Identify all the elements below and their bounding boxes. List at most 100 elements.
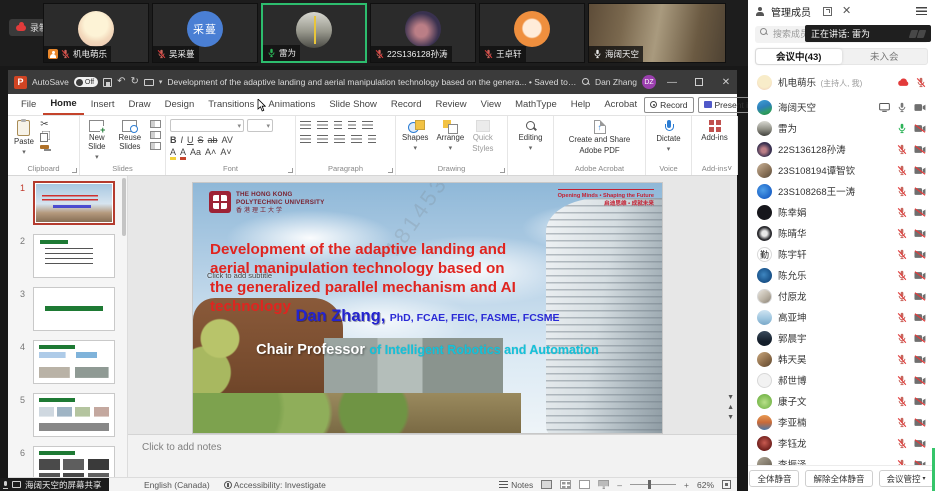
editing-button[interactable]: Editing▾ [517, 119, 545, 154]
addins-button[interactable]: Add-ins [699, 119, 729, 144]
slide-thumbnail-preview[interactable] [33, 181, 115, 225]
font-format-button[interactable]: A [180, 147, 186, 160]
close-icon[interactable]: ✕ [842, 6, 851, 17]
font-style-button[interactable]: B [170, 135, 177, 145]
mic-icon[interactable] [897, 165, 907, 176]
indent-increase-icon[interactable] [348, 121, 356, 129]
numbering-icon[interactable] [317, 121, 328, 129]
camera-icon[interactable] [914, 250, 926, 259]
minimize-button[interactable]: — [661, 70, 683, 94]
ribbon-tab[interactable]: Design [158, 94, 202, 115]
panel-tab[interactable]: 未入会 [842, 49, 928, 64]
mic-icon[interactable] [897, 102, 907, 113]
normal-view-button[interactable] [541, 480, 552, 489]
slide-thumbnail[interactable]: 2 [8, 229, 127, 282]
meeting-control-button[interactable]: 会议管控▾ [879, 470, 934, 487]
slide-thumbnail[interactable]: 1 [8, 176, 127, 229]
slide-canvas[interactable]: 181453 THE HONG KONG POLYTECHNIC UNIVERS… [193, 183, 662, 433]
participant-row[interactable]: 康子文 [748, 391, 935, 412]
participant-row[interactable]: 李振泽 [748, 454, 935, 466]
font-format-button[interactable]: A˄ [205, 147, 216, 157]
thumbnail-scrollbar[interactable] [122, 178, 126, 236]
slide-role-textbox[interactable]: Chair Professor of Intelligent Robotics … [193, 341, 662, 359]
start-slideshow-icon[interactable] [144, 79, 154, 86]
mic-icon[interactable] [897, 228, 907, 239]
video-tile[interactable]: 采蔓 吴采蔓 [152, 3, 258, 63]
columns-icon[interactable] [368, 135, 376, 143]
font-format-button[interactable]: A˅ [220, 147, 231, 157]
maximize-button[interactable] [688, 70, 710, 94]
slideshow-view-button[interactable] [598, 480, 609, 489]
slide-author-textbox[interactable]: Dan Zhang, PhD, FCAE, FEIC, FASME, FCSME [193, 307, 662, 326]
participant-row[interactable]: 陈晴华 [748, 223, 935, 244]
slide-thumbnail[interactable]: 5 [8, 388, 127, 441]
camera-icon[interactable] [914, 334, 926, 343]
mic-icon[interactable] [897, 186, 907, 197]
font-size-select[interactable]: ▾ [247, 119, 273, 132]
align-left-icon[interactable] [300, 135, 311, 143]
copy-icon[interactable] [40, 133, 48, 142]
mic-icon[interactable] [3, 481, 8, 489]
camera-icon[interactable] [914, 229, 926, 238]
dialog-launcher-icon[interactable] [388, 168, 393, 173]
notes-toggle[interactable]: Notes [499, 480, 533, 490]
ribbon-tab[interactable]: Slide Show [322, 94, 384, 115]
panel-tab[interactable]: 会议中(43) [756, 49, 842, 64]
camera-icon[interactable] [914, 292, 926, 301]
search-icon[interactable] [582, 78, 590, 86]
camera-icon[interactable] [914, 355, 926, 364]
camera-icon[interactable] [914, 208, 926, 217]
camera-icon[interactable] [914, 418, 926, 427]
ribbon-tab[interactable]: View [474, 94, 508, 115]
camera-icon[interactable] [914, 103, 926, 112]
participant-row[interactable]: 22S136128孙涛 [748, 139, 935, 160]
font-style-button[interactable]: AV [222, 135, 233, 145]
mute-all-button[interactable]: 全体静音 [749, 470, 799, 487]
ribbon-tab[interactable]: Transitions [201, 94, 261, 115]
camera-icon[interactable] [914, 145, 926, 154]
align-right-icon[interactable] [334, 135, 345, 143]
ribbon-tab[interactable]: Animations [261, 94, 322, 115]
user-avatar[interactable]: DZ [642, 75, 656, 89]
slide-thumbnail-preview[interactable] [33, 340, 115, 384]
participant-row[interactable]: 郭晨宇 [748, 328, 935, 349]
camera-icon[interactable] [914, 439, 926, 448]
slide-sorter-view-button[interactable] [560, 480, 571, 489]
camera-icon[interactable] [914, 124, 926, 133]
zoom-in-icon[interactable]: + [684, 480, 689, 490]
ribbon-tab[interactable]: Acrobat [597, 94, 644, 115]
mic-icon[interactable] [897, 438, 907, 449]
participant-row[interactable]: 李钰龙 [748, 433, 935, 454]
video-tile[interactable]: 海阔天空 [588, 3, 726, 63]
mic-icon[interactable] [897, 270, 907, 281]
slide-thumbnail-preview[interactable] [33, 234, 115, 278]
record-button[interactable]: Record [644, 97, 693, 113]
participant-row[interactable]: 陈允乐 [748, 265, 935, 286]
mic-icon[interactable] [897, 312, 907, 323]
video-tile[interactable]: 王卓轩 [479, 3, 585, 63]
participant-row[interactable]: 23S108268王一涛 [748, 181, 935, 202]
camera-icon[interactable] [914, 187, 926, 196]
mic-icon[interactable] [897, 375, 907, 386]
collapse-ribbon-icon[interactable]: ˅ [727, 164, 732, 173]
camera-icon[interactable] [914, 313, 926, 322]
mic-icon[interactable] [916, 77, 926, 88]
ribbon-tab[interactable]: Home [43, 94, 83, 115]
reset-icon[interactable] [150, 131, 161, 139]
paste-button[interactable]: Paste▾ [12, 119, 36, 158]
layout-icon[interactable] [150, 120, 161, 128]
mic-icon[interactable] [897, 333, 907, 344]
video-tile[interactable]: 22S136128孙涛 [370, 3, 476, 63]
language-status[interactable]: English (Canada) [144, 480, 210, 490]
participant-row[interactable]: 付原龙 [748, 286, 935, 307]
camera-icon[interactable] [914, 376, 926, 385]
mic-icon[interactable] [897, 123, 907, 134]
ribbon-tab[interactable]: Record [384, 94, 429, 115]
align-center-icon[interactable] [317, 135, 328, 143]
font-style-button[interactable]: U [187, 135, 194, 145]
format-painter-icon[interactable] [40, 145, 49, 149]
participant-row[interactable]: 机电萌乐 (主持人, 我) [748, 69, 935, 97]
mic-icon[interactable] [897, 207, 907, 218]
camera-icon[interactable] [914, 166, 926, 175]
participant-row[interactable]: 李亚楠 [748, 412, 935, 433]
